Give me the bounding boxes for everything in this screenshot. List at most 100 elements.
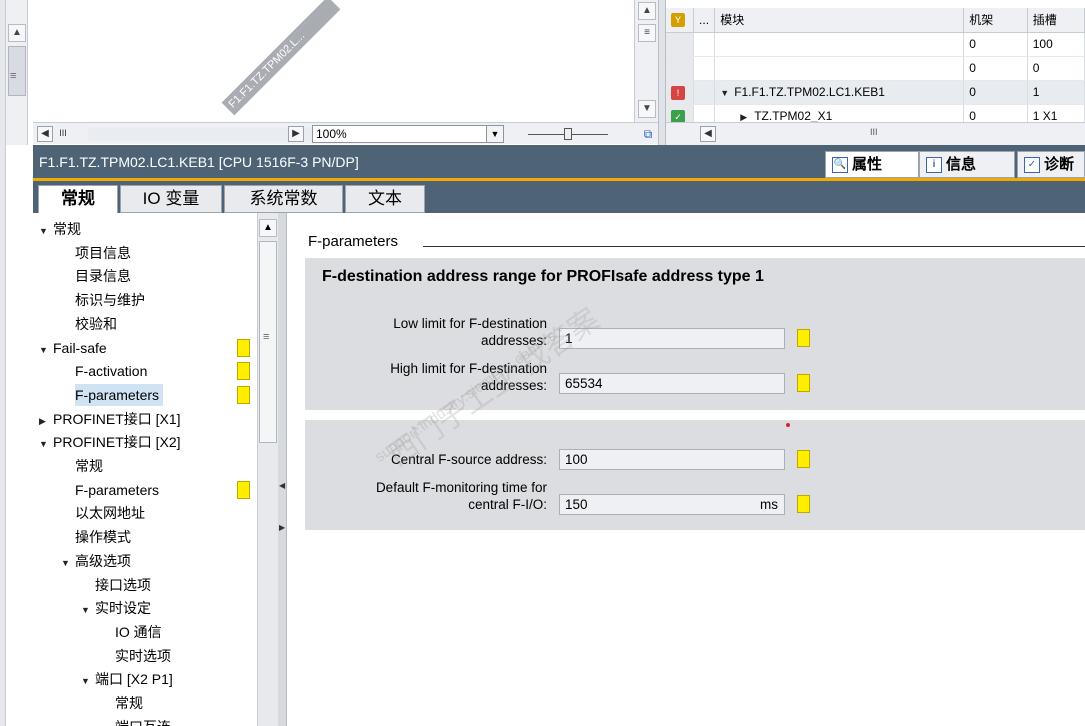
scroll-up-icon[interactable]: ▲ [638,2,656,20]
info-icon: i [926,157,942,173]
nav-item[interactable]: 常规 [115,692,143,714]
unit-label: ms [760,497,778,512]
device-view-right-scrollbar[interactable]: ▲ ≡ ▼ [634,0,658,122]
nav-item[interactable]: 端口互连 [115,716,171,726]
tab-system-constants[interactable]: 系统常数 [224,185,343,213]
tab-info[interactable]: i 信息 [919,151,1015,178]
nav-item[interactable]: ▼ 常规 [39,218,81,240]
nav-item-label: F-parameters [75,386,160,403]
expand-down-icon[interactable]: ▼ [81,670,95,692]
nav-item[interactable]: ▼ 高级选项 [61,550,131,572]
nav-item[interactable]: F-parameters [75,479,159,501]
column-header-rack[interactable]: 机架 [963,8,1028,33]
error-status-icon: ! [671,85,685,100]
nav-item-label: 项目信息 [75,244,131,261]
section-title: F-parameters [308,233,399,250]
nav-item[interactable]: 操作模式 [75,526,131,548]
warning-icon [237,362,250,381]
nav-item-label: 接口选项 [95,576,151,593]
scroll-up-icon[interactable]: ▲ [8,24,26,42]
device-view-vertical-scrollbar[interactable]: ▲ ≡ [6,0,28,145]
expand-down-icon[interactable]: ▼ [39,339,53,361]
expand-down-icon[interactable]: ▼ [61,552,75,574]
warning-icon [797,495,810,513]
nav-item-label: 标识与维护 [75,292,145,309]
scroll-right-icon[interactable]: ▶ [288,126,304,142]
nav-item[interactable]: 接口选项 [95,574,151,596]
nav-item[interactable]: ▼ Fail-safe [39,337,107,359]
expand-down-icon[interactable]: ▼ [39,220,53,242]
nav-item-label: Fail-safe [53,339,107,356]
nav-item[interactable]: 标识与维护 [75,289,145,311]
central-f-source-address-input[interactable]: 100 [559,449,785,470]
nav-item[interactable]: F-activation [75,360,147,382]
column-header[interactable]: ... [693,8,716,33]
table-row[interactable]: 0 100 [666,32,1085,57]
menu-lines-icon[interactable]: ≡ [638,24,656,42]
inspector-title-bar: F1.F1.TZ.TPM02.LC1.KEB1 [CPU 1516F-3 PN/… [33,145,1085,181]
module-cell [714,56,965,81]
view-splitter[interactable] [658,0,666,145]
nav-tree: ▼ 常规 项目信息 目录信息 标识与维护 校验和 ▼ Fail-safe F-activatio… [33,213,257,726]
slot-cell: 0 [1027,56,1085,81]
tab-general[interactable]: 常规 [38,185,118,214]
zoom-fit-icon[interactable]: ⧉ [639,125,657,143]
grip-icon: ≡ [263,331,270,343]
nav-item[interactable]: ▶ PROFINET接口 [X1] [39,408,181,430]
zoom-input[interactable]: 100% [312,125,488,143]
tab-properties[interactable]: 🔍 属性 [825,151,919,178]
tab-diagnostics[interactable]: ✓ 诊断 [1017,151,1085,178]
nav-item[interactable]: IO 通信 [115,621,162,643]
expand-down-icon[interactable]: ▼ [720,88,734,98]
slot-cell: 1 [1027,80,1085,105]
nav-item[interactable]: ▼ 实时设定 [81,597,151,619]
chevron-down-icon[interactable]: ▼ [486,125,504,143]
expand-down-icon[interactable]: ▼ [39,433,53,455]
section-divider [423,246,1085,247]
nav-splitter[interactable]: ◀ ▶ [278,213,287,726]
expand-right-icon[interactable]: ▶ [279,523,285,532]
nav-item-label: PROFINET接口 [X1] [53,410,181,427]
collapse-left-icon[interactable]: ◀ [279,481,285,490]
nav-item[interactable]: 项目信息 [75,242,131,264]
nav-item-label: 实时设定 [95,600,151,617]
nav-item[interactable]: F-parameters [75,383,164,406]
scroll-down-icon[interactable]: ▼ [638,100,656,118]
scroll-left-icon[interactable]: ◀ [700,126,716,142]
expand-down-icon[interactable]: ▼ [81,599,95,621]
nav-item[interactable]: 目录信息 [75,265,131,287]
zoom-slider-knob[interactable] [564,128,572,140]
column-header-module[interactable]: 模块 [714,8,965,33]
nav-item-label: 校验和 [75,315,117,332]
table-row[interactable]: 0 0 [666,56,1085,81]
status-column-icon[interactable]: Y [666,8,695,33]
expand-right-icon[interactable]: ▶ [39,410,53,432]
hscroll-grip: III [59,128,67,138]
nav-item[interactable]: ▼ 端口 [X2 P1] [81,668,173,690]
scroll-left-icon[interactable]: ◀ [37,126,53,142]
nav-item-label: 操作模式 [75,529,131,546]
grip-icon: ≡ [10,70,17,82]
tab-texts[interactable]: 文本 [345,185,425,213]
nav-item[interactable]: 实时选项 [115,645,171,667]
nav-item-label: 以太网地址 [75,505,145,522]
zoom-slider[interactable] [528,127,608,141]
nav-vertical-scrollbar[interactable]: ▲ ≡ [257,213,278,726]
nav-item[interactable]: ▼ PROFINET接口 [X2] [39,431,181,453]
horizontal-scroll-track[interactable] [88,127,316,141]
f-monitoring-time-input[interactable]: 150 ms [559,494,785,515]
column-header-slot[interactable]: 插槽 [1027,8,1085,33]
nav-item[interactable]: 常规 [75,455,103,477]
module-cell: TZ.TPM02_X1 [754,109,833,123]
table-horizontal-scrollbar[interactable]: ◀ III [666,122,1085,145]
table-row[interactable]: ! ▼ F1.F1.TZ.TPM02.LC1.KEB1 0 1 [666,80,1085,105]
nav-item[interactable]: 以太网地址 [75,502,145,524]
scroll-up-icon[interactable]: ▲ [259,219,277,237]
warning-icon [237,385,250,404]
high-limit-input[interactable]: 65534 [559,373,785,394]
device-view-toolbar: ◀ III ▶ 100% ▼ ⧉ [33,122,659,144]
warning-icon [237,338,250,357]
tab-io-tags[interactable]: IO 变量 [120,185,222,213]
nav-item[interactable]: 校验和 [75,313,117,335]
nav-item-label: 端口 [X2 P1] [95,671,173,688]
